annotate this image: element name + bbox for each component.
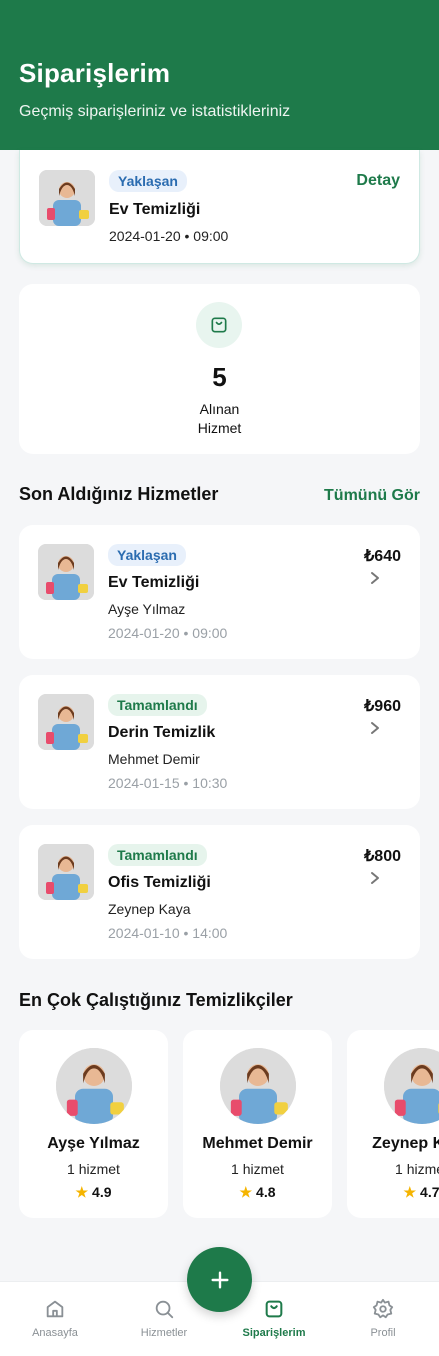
top-cleaners-title: En Çok Çalıştığınız Temizlikçiler bbox=[19, 990, 293, 1010]
shopping-bag-icon bbox=[196, 302, 242, 348]
nav-item-profile[interactable]: Profil bbox=[343, 1298, 423, 1339]
order-price: ₺800 bbox=[364, 848, 401, 865]
stat-count: 5 bbox=[212, 362, 227, 392]
star-icon: ★ bbox=[403, 1184, 417, 1200]
cleaner-card[interactable]: Mehmet Demir 1 hizmet ★ 4.8 bbox=[183, 1030, 332, 1218]
nav-item-label: Hizmetler bbox=[140, 1327, 188, 1339]
nav-item-services[interactable]: Hizmetler bbox=[124, 1298, 204, 1339]
page-subtitle: Geçmiş siparişleriniz ve istatistiklerin… bbox=[19, 103, 291, 120]
worker-name: Mehmet Demir bbox=[108, 751, 200, 767]
avatar bbox=[56, 1048, 132, 1124]
order-datetime: 2024-01-20 • 09:00 bbox=[109, 228, 229, 244]
chevron-right-icon bbox=[370, 871, 380, 890]
status-badge: Yaklaşan bbox=[109, 170, 187, 192]
cleaner-name: Ayşe Yılmaz bbox=[47, 1135, 140, 1152]
shopping-bag-icon bbox=[265, 1300, 283, 1318]
service-title: Derin Temizlik bbox=[108, 724, 216, 741]
recent-services-title: Son Aldığınız Hizmetler bbox=[19, 484, 219, 504]
upcoming-order-card[interactable]: Yaklaşan Ev Temizliği 2024-01-20 • 09:00… bbox=[19, 150, 420, 264]
cleaner-rating: ★ 4.7 bbox=[403, 1184, 439, 1200]
cleaner-card[interactable]: Ayşe Yılmaz 1 hizmet ★ 4.9 bbox=[19, 1030, 168, 1218]
nav-item-label: Profil bbox=[370, 1327, 396, 1339]
service-title: Ofis Temizliği bbox=[108, 874, 211, 891]
stat-label: Alınan Hizmet bbox=[197, 401, 242, 436]
cleaner-card[interactable]: Zeynep Kaya 1 hizmet ★4.7 bbox=[347, 1030, 439, 1218]
order-card[interactable]: Tamamlandı Ofis Temizliği Zeynep Kaya 20… bbox=[19, 825, 420, 959]
chevron-right-icon bbox=[370, 571, 380, 590]
cleaner-rating: ★ 4.9 bbox=[75, 1184, 112, 1200]
order-card[interactable]: Yaklaşan Ev Temizliği Ayşe Yılmaz 2024-0… bbox=[19, 525, 420, 659]
order-datetime: 2024-01-15 • 10:30 bbox=[108, 775, 228, 791]
order-price: ₺960 bbox=[364, 698, 401, 715]
avatar bbox=[384, 1048, 439, 1124]
cleaner-photo bbox=[39, 170, 95, 226]
cleaner-job-count: 1 hizmet bbox=[395, 1161, 439, 1177]
cleaner-job-count: 1 hizmet bbox=[67, 1161, 120, 1177]
service-title: Ev Temizliği bbox=[109, 201, 201, 218]
home-icon bbox=[46, 1300, 64, 1318]
search-icon bbox=[155, 1300, 174, 1319]
nav-item-label: Anasayfa bbox=[32, 1327, 78, 1339]
cleaner-name: Zeynep Kaya bbox=[372, 1135, 439, 1152]
page-title: Siparişlerim bbox=[19, 58, 171, 88]
star-icon: ★ bbox=[239, 1184, 253, 1200]
order-card[interactable]: Tamamlandı Derin Temizlik Mehmet Demir 2… bbox=[19, 675, 420, 809]
cleaner-job-count: 1 hizmet bbox=[231, 1161, 284, 1177]
status-badge: Yaklaşan bbox=[108, 544, 186, 566]
status-badge: Tamamlandı bbox=[108, 694, 207, 716]
cleaner-photo bbox=[38, 844, 94, 900]
add-order-button[interactable] bbox=[187, 1247, 252, 1312]
worker-name: Ayşe Yılmaz bbox=[108, 601, 186, 617]
cleaners-carousel[interactable]: Ayşe Yılmaz 1 hizmet ★ 4.9 Mehmet Demir 1… bbox=[19, 1030, 439, 1220]
nav-item-home[interactable]: Anasayfa bbox=[15, 1298, 95, 1339]
chevron-right-icon bbox=[370, 721, 380, 740]
nav-item-orders[interactable]: Siparişlerim bbox=[234, 1298, 314, 1339]
cleaner-photo bbox=[38, 694, 94, 750]
cleaner-photo bbox=[38, 544, 94, 600]
page-header: Siparişlerim Geçmiş siparişleriniz ve is… bbox=[0, 0, 439, 150]
nav-item-label: Siparişlerim bbox=[242, 1327, 306, 1339]
detail-link[interactable]: Detay bbox=[356, 172, 400, 190]
order-datetime: 2024-01-20 • 09:00 bbox=[108, 625, 228, 641]
order-price: ₺640 bbox=[364, 548, 401, 565]
worker-name: Zeynep Kaya bbox=[108, 901, 191, 917]
cleaner-name: Mehmet Demir bbox=[202, 1135, 313, 1152]
see-all-link[interactable]: Tümünü Gör bbox=[324, 487, 420, 505]
star-icon: ★ bbox=[75, 1184, 89, 1200]
gear-icon bbox=[372, 1298, 394, 1319]
plus-icon bbox=[210, 1270, 229, 1289]
status-badge: Tamamlandı bbox=[108, 844, 207, 866]
avatar bbox=[220, 1048, 296, 1124]
service-title: Ev Temizliği bbox=[108, 574, 200, 591]
stats-card: 5 Alınan Hizmet bbox=[19, 284, 420, 454]
order-datetime: 2024-01-10 • 14:00 bbox=[108, 925, 228, 941]
cleaner-rating: ★ 4.8 bbox=[239, 1184, 276, 1200]
